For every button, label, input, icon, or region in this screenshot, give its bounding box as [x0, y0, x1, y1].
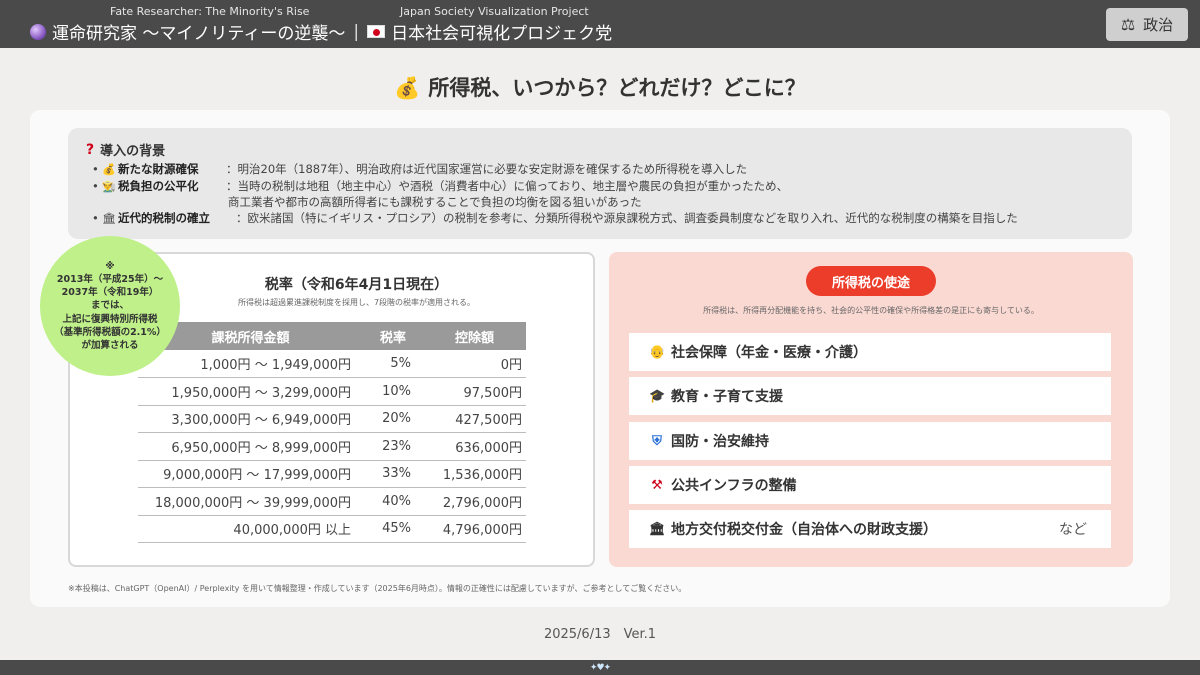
note-line: 2013年（平成25年）〜	[56, 274, 164, 286]
brand: Fate Researcher: The Minority's Rise Jap…	[30, 5, 630, 45]
usage-item: 👴 社会保障（年金・医療・介護）	[629, 333, 1111, 371]
income-range-cell: 1,950,000円 〜 3,299,000円	[138, 377, 363, 406]
usage-pill: 所得税の使途	[806, 266, 936, 296]
page-title: 💰 所得税、いつから？どれだけ？どこに？	[0, 72, 1200, 102]
brand-title: 運命研究家 〜マイノリティーの逆襲〜 | 日本社会可視化プロジェク党	[30, 19, 612, 44]
rate-cell: 45%	[363, 515, 423, 543]
bottom-bar: ✦♥✦	[0, 660, 1200, 675]
background-text: ：当時の税制は地租（地主中心）や酒税（消費者中心）に偏っており、地主層や農民の負…	[226, 179, 789, 193]
sparkle-heart-icon: ✦♥✦	[589, 662, 611, 673]
construction-icon: ⚒	[651, 477, 663, 493]
deduction-cell: 97,500円	[423, 377, 526, 406]
deduction-cell: 427,500円	[423, 405, 526, 433]
table-row: 1,000円 〜 1,949,000円 5% 0円	[138, 350, 526, 378]
table-row: 1,950,000円 〜 3,299,000円 10% 97,500円	[138, 377, 526, 406]
background-text-continuation: 商工業者や都市の高額所得者にも課税することで負担の均衡を図る狙いがあった	[228, 195, 642, 209]
note-line: （基準所得税額の2.1%）	[54, 326, 166, 338]
income-range-cell: 6,950,000円 〜 8,999,000円	[138, 432, 363, 461]
deduction-cell: 636,000円	[423, 432, 526, 461]
usage-item-label: 国防・治安維持	[671, 434, 769, 450]
gavel-icon: ⚖	[1120, 15, 1136, 34]
background-item: • 💰 新たな財源確保 ：明治20年（1887年）、明治政府は近代国家運営に必要…	[92, 162, 748, 176]
background-term: 新たな財源確保	[118, 162, 199, 176]
disclaimer: ※本投稿は、ChatGPT（OpenAI）/ Perplexity を用いて情報…	[68, 584, 687, 593]
background-text: ：欧米諸国（特にイギリス・プロシア）の税制を参考に、分類所得税や源泉課税方式、調…	[236, 211, 1018, 225]
background-item: • 🏛 近代的税制の確立 ：欧米諸国（特にイギリス・プロシア）の税制を参考に、分…	[92, 211, 1018, 225]
rate-cell: 20%	[363, 405, 423, 433]
tax-usage-panel: 所得税の使途 所得税は、所得再分配機能を持ち、社会的公平性の確保や所得格差の是正…	[609, 252, 1133, 567]
table-row: 9,000,000円 〜 17,999,000円 33% 1,536,000円	[138, 460, 526, 488]
crystal-ball-icon	[30, 23, 46, 40]
page-title-text: 所得税、いつから？どれだけ？どこに？	[428, 76, 806, 100]
note-line: 上記に復興特別所得税	[62, 313, 158, 325]
money-bag-icon: 💰	[102, 163, 116, 176]
money-bag-icon: 💰	[394, 76, 421, 100]
brand-separator: |	[353, 21, 360, 42]
tax-rate-table: 課税所得金額 税率 控除額 1,000円 〜 1,949,000円 5% 0円 1,9…	[138, 322, 526, 543]
usage-item-label: 社会保障（年金・医療・介護）	[671, 345, 867, 361]
elderly-icon: 👴	[649, 344, 666, 360]
note-line: 2037年（令和19年）	[61, 287, 159, 299]
usage-item: 🎓 教育・子育て支援	[629, 377, 1111, 415]
usage-item: ⚒ 公共インフラの整備	[629, 466, 1111, 504]
politics-button[interactable]: ⚖ 政治	[1106, 8, 1188, 41]
rate-cell: 10%	[363, 377, 423, 406]
background-box: ? 導入の背景 • 💰 新たな財源確保 ：明治20年（1887年）、明治政府は近…	[68, 128, 1132, 239]
brand-title-right: 日本社会可視化プロジェク党	[391, 24, 613, 44]
japan-flag-icon	[367, 25, 386, 38]
table-header-row: 課税所得金額 税率 控除額	[138, 322, 526, 350]
rate-cell: 23%	[363, 432, 423, 461]
note-line: が加算される	[81, 339, 139, 351]
table-row: 3,300,000円 〜 6,949,000円 20% 427,500円	[138, 405, 526, 433]
note-line: ※	[105, 261, 115, 273]
background-term: 税負担の公平化	[118, 179, 199, 193]
deduction-cell: 1,536,000円	[423, 460, 526, 488]
usage-etc: など	[1059, 522, 1087, 538]
background-heading: ? 導入の背景	[86, 140, 166, 160]
background-heading-text: 導入の背景	[100, 144, 166, 159]
rate-cell: 33%	[363, 460, 423, 488]
income-range-cell: 18,000,000円 〜 39,999,000円	[138, 487, 363, 516]
table-row: 6,950,000円 〜 8,999,000円 23% 636,000円	[138, 432, 526, 461]
usage-item-label: 教育・子育て支援	[671, 389, 783, 405]
usage-item: 🏛 地方交付税交付金（自治体への財政支援） など	[629, 510, 1111, 548]
usage-item-label: 公共インフラの整備	[671, 478, 797, 494]
income-range-cell: 1,000円 〜 1,949,000円	[138, 350, 363, 378]
institution-icon: 🏛	[102, 212, 116, 225]
background-text: ：明治20年（1887年）、明治政府は近代国家運営に必要な安定財源を確保するため…	[226, 162, 748, 176]
brand-subtitle-right: Japan Society Visualization Project	[400, 5, 589, 18]
deduction-cell: 0円	[423, 350, 526, 378]
column-header-deduction: 控除額	[423, 322, 526, 350]
rate-cell: 40%	[363, 487, 423, 516]
table-row: 18,000,000円 〜 39,999,000円 40% 2,796,000円	[138, 487, 526, 516]
note-line: までは、	[90, 300, 129, 312]
graduation-cap-icon: 🎓	[649, 388, 666, 404]
usage-item: ⛨ 国防・治安維持	[629, 422, 1111, 460]
deduction-cell: 2,796,000円	[423, 487, 526, 516]
income-range-cell: 9,000,000円 〜 17,999,000円	[138, 460, 363, 488]
question-icon: ?	[86, 141, 95, 158]
table-row: 40,000,000円 以上 45% 4,796,000円	[138, 515, 526, 543]
farmer-icon: 👨‍🌾	[102, 180, 116, 193]
reconstruction-tax-note: ※ 2013年（平成25年）〜 2037年（令和19年） までは、 上記に復興特…	[40, 236, 180, 376]
brand-subtitle-left: Fate Researcher: The Minority's Rise	[110, 5, 310, 18]
shield-icon: ⛨	[652, 433, 662, 449]
background-term: 近代的税制の確立	[118, 211, 210, 225]
income-range-cell: 3,300,000円 〜 6,949,000円	[138, 405, 363, 433]
usage-note: 所得税は、所得再分配機能を持ち、社会的公平性の確保や所得格差の是正にも寄与してい…	[703, 306, 1039, 315]
version-label: 2025/6/13 Ver.1	[543, 627, 657, 642]
politics-button-label: 政治	[1143, 16, 1174, 34]
column-header-rate: 税率	[363, 322, 423, 350]
top-bar: Fate Researcher: The Minority's Rise Jap…	[0, 0, 1200, 48]
rate-cell: 5%	[363, 350, 423, 378]
usage-item-label: 地方交付税交付金（自治体への財政支援）	[671, 522, 937, 538]
income-range-cell: 40,000,000円 以上	[138, 515, 363, 543]
institution-icon: 🏛	[649, 521, 666, 537]
deduction-cell: 4,796,000円	[423, 515, 526, 543]
background-item: • 👨‍🌾 税負担の公平化 ：当時の税制は地租（地主中心）や酒税（消費者中心）に…	[92, 179, 789, 193]
brand-title-left: 運命研究家 〜マイノリティーの逆襲〜	[52, 24, 346, 44]
